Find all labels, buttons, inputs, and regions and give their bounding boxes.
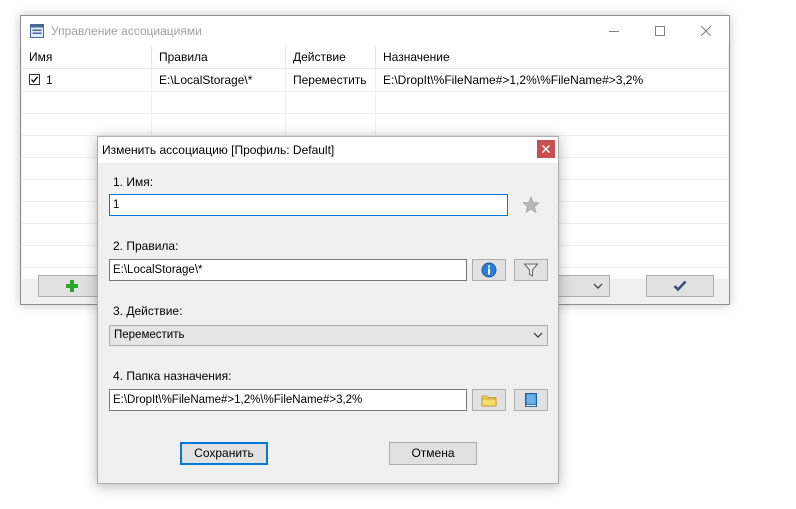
name-input[interactable]: 1 <box>109 194 508 216</box>
add-association-button[interactable] <box>38 275 105 297</box>
rules-label: 2. Правила: <box>113 239 179 253</box>
window-close-button[interactable] <box>683 16 729 46</box>
save-button[interactable]: Сохранить <box>180 442 268 465</box>
destination-input[interactable]: E:\DropIt\%FileName#>1,2%\%FileName#>3,2… <box>109 389 467 411</box>
column-header-name[interactable]: Имя <box>22 46 152 68</box>
chevron-down-icon <box>593 283 603 289</box>
column-header-rules[interactable]: Правила <box>152 46 286 68</box>
info-icon <box>481 262 497 278</box>
cancel-button[interactable]: Отмена <box>389 442 477 465</box>
maximize-icon <box>655 26 665 36</box>
star-icon[interactable] <box>522 196 540 217</box>
minimize-icon <box>609 31 619 32</box>
ok-button[interactable] <box>646 275 714 297</box>
checkmark-icon <box>673 280 687 292</box>
close-icon <box>701 26 711 36</box>
minimize-button[interactable] <box>591 16 637 46</box>
row-name: 1 <box>46 73 53 87</box>
row-rules: E:\LocalStorage\* <box>159 73 253 87</box>
browse-folder-button[interactable] <box>472 389 506 411</box>
options-dropdown-button[interactable] <box>558 275 610 297</box>
rules-info-button[interactable] <box>472 259 506 281</box>
window-titlebar[interactable]: Управление ассоциациями <box>21 16 729 46</box>
dialog-titlebar[interactable]: Изменить ассоциацию [Профиль: Default] <box>98 137 558 163</box>
maximize-button[interactable] <box>637 16 683 46</box>
rules-filter-button[interactable] <box>514 259 548 281</box>
row-destination: E:\DropIt\%FileName#>1,2%\%FileName#>3,2… <box>383 73 644 87</box>
table-header: Имя Правила Действие Назначение <box>22 46 728 69</box>
dialog-title: Изменить ассоциацию [Профиль: Default] <box>102 143 335 157</box>
rules-input[interactable]: E:\LocalStorage\* <box>109 259 467 281</box>
destination-label: 4. Папка назначения: <box>113 369 232 383</box>
book-icon <box>525 393 537 407</box>
empty-row <box>22 113 728 136</box>
action-label: 3. Действие: <box>113 304 183 318</box>
folder-icon <box>481 395 497 407</box>
row-action: Переместить <box>293 73 367 87</box>
destination-book-button[interactable] <box>514 389 548 411</box>
close-icon <box>542 145 550 153</box>
row-checkbox[interactable] <box>29 74 40 85</box>
action-select[interactable]: Переместить <box>109 325 548 346</box>
name-label: 1. Имя: <box>113 175 154 189</box>
chevron-down-icon <box>533 332 543 338</box>
window-title: Управление ассоциациями <box>51 24 202 38</box>
checkmark-icon <box>31 76 39 83</box>
table-row[interactable]: 1 E:\LocalStorage\* Переместить E:\DropI… <box>22 69 728 92</box>
app-window-icon <box>30 24 44 38</box>
column-header-action[interactable]: Действие <box>286 46 376 68</box>
filter-icon <box>523 263 539 277</box>
empty-row <box>22 91 728 114</box>
dialog-close-button[interactable] <box>537 140 555 158</box>
column-header-destination[interactable]: Назначение <box>376 46 728 68</box>
plus-icon <box>66 280 78 292</box>
action-select-value: Переместить <box>114 329 185 341</box>
edit-association-dialog: Изменить ассоциацию [Профиль: Default] 1… <box>97 136 559 484</box>
